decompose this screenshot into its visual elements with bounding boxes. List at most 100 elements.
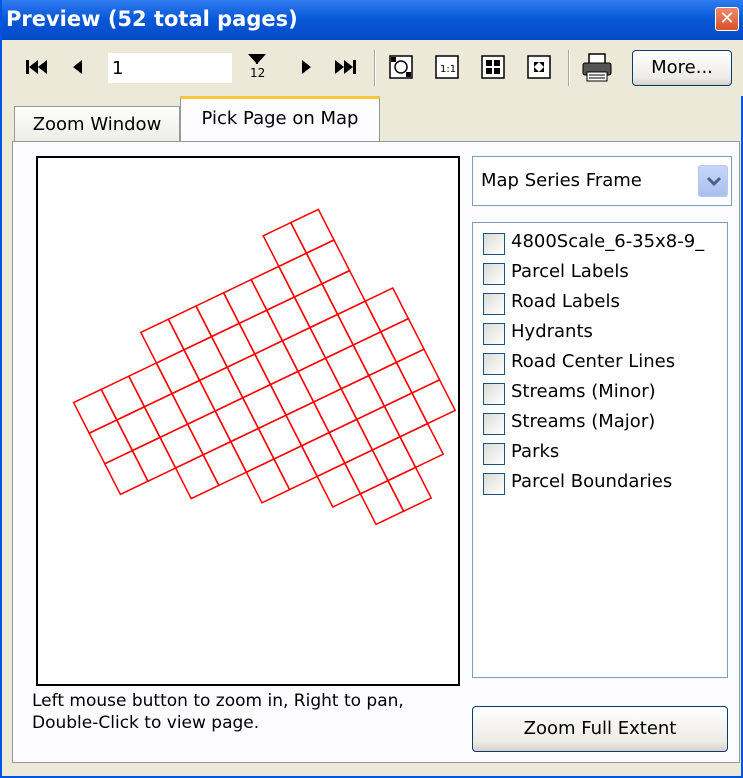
map-page-cell[interactable] [155,348,201,395]
map-page-cell[interactable] [100,375,146,421]
map-page-cell[interactable] [395,348,441,394]
map-page-cell[interactable] [398,422,445,469]
layer-item[interactable]: Parcel Boundaries [483,469,727,497]
map-page-cell[interactable] [324,344,370,390]
layer-checkbox[interactable] [483,383,505,405]
map-page-cell[interactable] [293,282,339,329]
actual-size-button[interactable]: 1:1 [432,52,462,82]
layer-item[interactable]: Road Labels [483,289,727,317]
map-page-cell[interactable] [308,313,355,360]
map-page-cell[interactable] [383,392,429,438]
map-page-cell[interactable] [103,449,150,496]
map-page-cell[interactable] [257,414,303,460]
layer-list[interactable]: 4800Scale_6-35x8-9_ Parcel Labels Road Lab… [472,222,728,678]
map-page-cell[interactable] [115,405,162,452]
map-page-cell[interactable] [226,353,272,399]
title-bar[interactable]: Preview (52 total pages) ✕ [2,0,743,40]
map-page-cell[interactable] [386,466,433,513]
zoom-whole-page-button[interactable] [386,52,416,82]
more-button[interactable]: More... [632,50,732,86]
map-page-cell[interactable] [364,287,410,333]
print-button[interactable] [580,52,614,82]
map-page-cell[interactable] [198,366,244,412]
map-preview[interactable] [36,156,460,686]
layer-item[interactable]: Streams (Major) [483,409,727,437]
map-page-cell[interactable] [305,239,351,285]
map-page-cell[interactable] [371,435,417,482]
map-page-cell[interactable] [312,387,358,434]
layer-checkbox[interactable] [483,473,505,495]
layer-item[interactable]: Hydrants [483,319,727,347]
map-page-cell[interactable] [359,479,405,526]
map-page-cell[interactable] [277,252,324,298]
page-number-input[interactable] [108,53,232,83]
tab-pick-page-on-map[interactable]: Pick Page on Map [180,96,380,142]
map-page-cell[interactable] [139,318,186,364]
layer-checkbox[interactable] [483,323,505,345]
map-page-cell[interactable] [229,427,276,474]
map-page-cell[interactable] [131,436,177,483]
map-page-cell[interactable] [352,330,398,377]
layer-checkbox[interactable] [483,353,505,375]
map-page-cell[interactable] [143,392,189,439]
layer-checkbox[interactable] [483,233,505,255]
map-page-cell[interactable] [238,309,284,355]
map-page-cell[interactable] [250,265,296,312]
map-page-cell[interactable] [170,379,217,426]
zoom-full-extent-button[interactable]: Zoom Full Extent [472,706,728,752]
map-page-cell[interactable] [316,462,362,508]
dropdown-button[interactable] [698,165,728,197]
layer-item[interactable]: Road Center Lines [483,349,727,377]
map-page-cell[interactable] [241,383,288,430]
first-page-button[interactable] [22,52,52,82]
map-page-cell[interactable] [269,370,315,417]
map-page-cell[interactable] [340,374,386,421]
map-page-cell[interactable] [186,410,232,456]
map-page-cell[interactable] [265,296,312,342]
map-page-cell[interactable] [158,423,205,469]
layer-checkbox[interactable] [483,293,505,315]
map-page-cell[interactable] [202,440,248,487]
map-page-cell[interactable] [167,305,213,351]
layer-item[interactable]: Parks [483,439,727,467]
previous-page-button[interactable] [64,52,94,82]
go-to-page-button[interactable]: 12 [242,52,274,82]
layer-checkbox[interactable] [483,443,505,465]
map-page-cell[interactable] [355,405,402,451]
map-page-cell[interactable] [182,335,229,382]
map-page-cell[interactable] [222,278,268,325]
map-page-cell[interactable] [328,418,374,465]
map-page-cell[interactable] [343,449,390,495]
map-page-cell[interactable] [253,339,300,386]
map-page-cell[interactable] [410,378,457,425]
map-page-cell[interactable] [367,361,414,408]
close-button[interactable]: ✕ [715,7,739,31]
map-page-cell[interactable] [174,453,220,500]
map-page-cell[interactable] [262,221,308,268]
map-page-cell[interactable] [320,269,367,316]
map-page-cell[interactable] [214,396,260,443]
layer-item[interactable]: Parcel Labels [483,259,727,287]
map-page-cell[interactable] [272,444,319,491]
last-page-button[interactable] [330,52,360,82]
layer-checkbox[interactable] [483,263,505,285]
map-page-cell[interactable] [284,401,331,447]
map-page-cell[interactable] [210,322,256,369]
map-page-cell[interactable] [194,291,241,338]
map-page-cell[interactable] [296,357,343,403]
map-page-cell[interactable] [300,431,346,478]
next-page-button[interactable] [292,52,322,82]
map-page-cell[interactable] [127,362,174,408]
map-page-cell[interactable] [289,208,336,255]
tab-zoom-window[interactable]: Zoom Window [14,106,180,144]
layer-item[interactable]: 4800Scale_6-35x8-9_ [483,229,727,257]
map-page-cell[interactable] [88,419,134,465]
map-page-cell[interactable] [72,388,118,435]
map-page-cell[interactable] [245,458,291,504]
fit-width-button[interactable] [478,52,508,82]
layer-item[interactable]: Streams (Minor) [483,379,727,407]
map-page-cell[interactable] [336,300,382,346]
layer-checkbox[interactable] [483,413,505,435]
map-page-cell[interactable] [281,326,327,373]
map-page-cell[interactable] [379,317,426,364]
